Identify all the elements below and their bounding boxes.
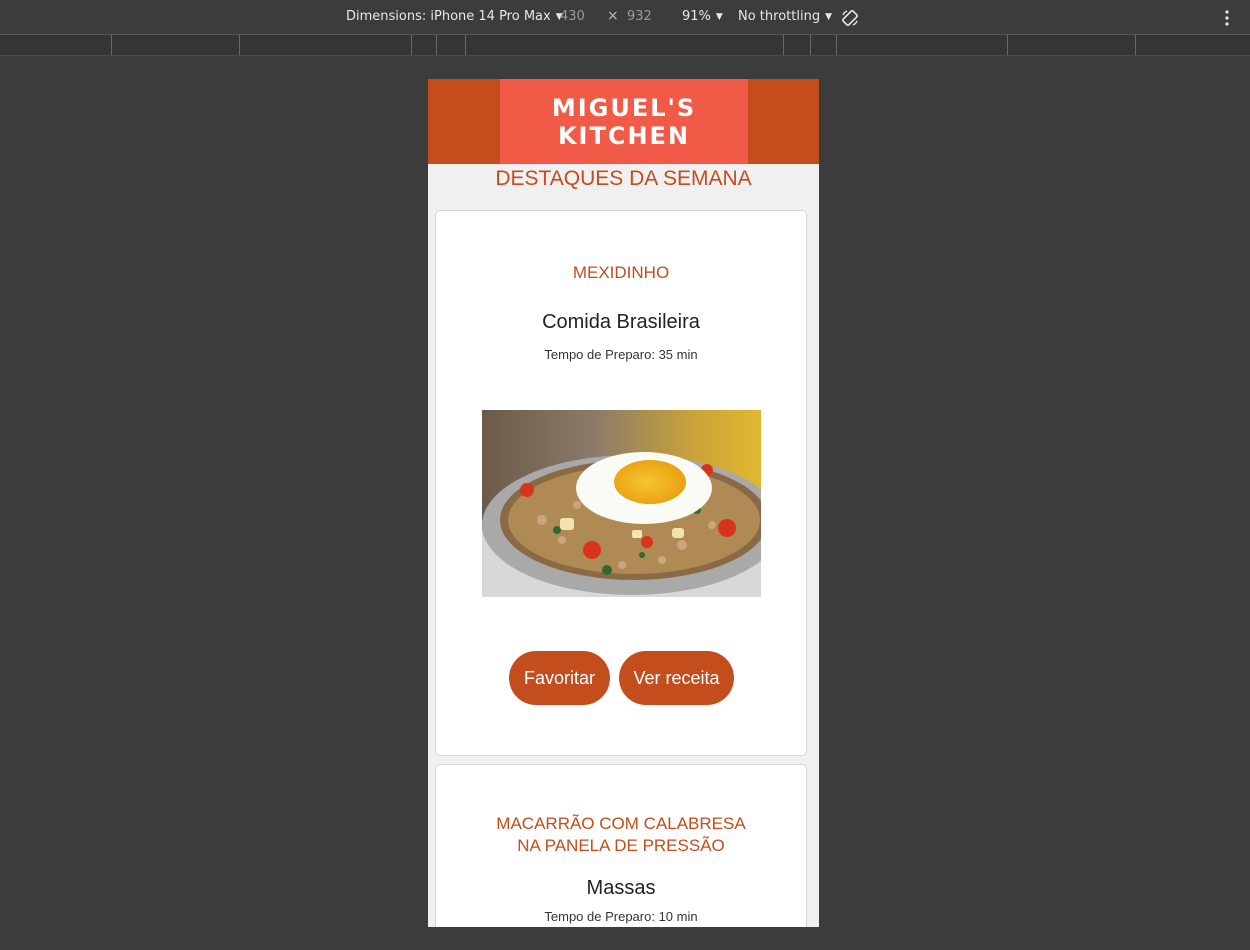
recipe-card: MACARRÃO COM CALABRESA NA PANELA DE PRES… — [435, 764, 807, 927]
device-toolbar: Dimensions: iPhone 14 Pro Max ▼ 430 × 93… — [0, 0, 1250, 35]
recipe-title: MACARRÃO COM CALABRESA NA PANELA DE PRES… — [436, 813, 806, 857]
caret-down-icon: ▼ — [825, 11, 832, 22]
throttling-dropdown[interactable]: No throttling ▼ — [738, 9, 832, 24]
zoom-dropdown[interactable]: 91% ▼ — [682, 9, 723, 24]
mobile-viewport: MIGUEL'S KITCHEN DESTAQUES DA SEMANA MEX… — [428, 79, 819, 927]
throttling-label: No throttling — [738, 9, 821, 24]
width-input[interactable]: 430 — [560, 9, 585, 24]
recipe-title-line-1: MACARRÃO COM CALABRESA — [496, 814, 746, 833]
more-options-icon[interactable] — [1221, 9, 1233, 27]
media-query-ruler[interactable] — [0, 35, 1250, 56]
recipe-prep-time: Tempo de Preparo: 10 min — [544, 909, 698, 924]
site-logo[interactable]: MIGUEL'S KITCHEN — [500, 79, 748, 164]
site-header: MIGUEL'S KITCHEN — [428, 79, 819, 164]
caret-down-icon: ▼ — [715, 11, 723, 22]
recipe-title-line-2: NA PANELA DE PRESSÃO — [517, 836, 725, 855]
times-icon: × — [607, 8, 619, 24]
rotate-icon[interactable] — [841, 9, 859, 27]
zoom-label: 91% — [682, 9, 711, 24]
recipe-card: MEXIDINHO Comida Brasileira Tempo de Pre… — [435, 210, 807, 756]
recipe-category: Massas — [586, 877, 656, 899]
device-dimensions-dropdown[interactable]: Dimensions: iPhone 14 Pro Max ▼ — [346, 9, 563, 24]
recipe-prep-time: Tempo de Preparo: 35 min — [544, 347, 698, 362]
logo-line-1: MIGUEL'S — [551, 93, 697, 122]
recipe-category: Comida Brasileira — [542, 311, 700, 333]
recipe-image — [482, 410, 761, 597]
view-recipe-button[interactable]: Ver receita — [619, 651, 734, 705]
height-input[interactable]: 932 — [627, 9, 652, 24]
device-dimensions-label: Dimensions: iPhone 14 Pro Max — [346, 9, 551, 24]
logo-line-2: KITCHEN — [557, 121, 691, 150]
recipe-title: MEXIDINHO — [572, 263, 670, 282]
favorite-button[interactable]: Favoritar — [509, 651, 610, 705]
section-title: DESTAQUES DA SEMANA — [495, 167, 752, 190]
